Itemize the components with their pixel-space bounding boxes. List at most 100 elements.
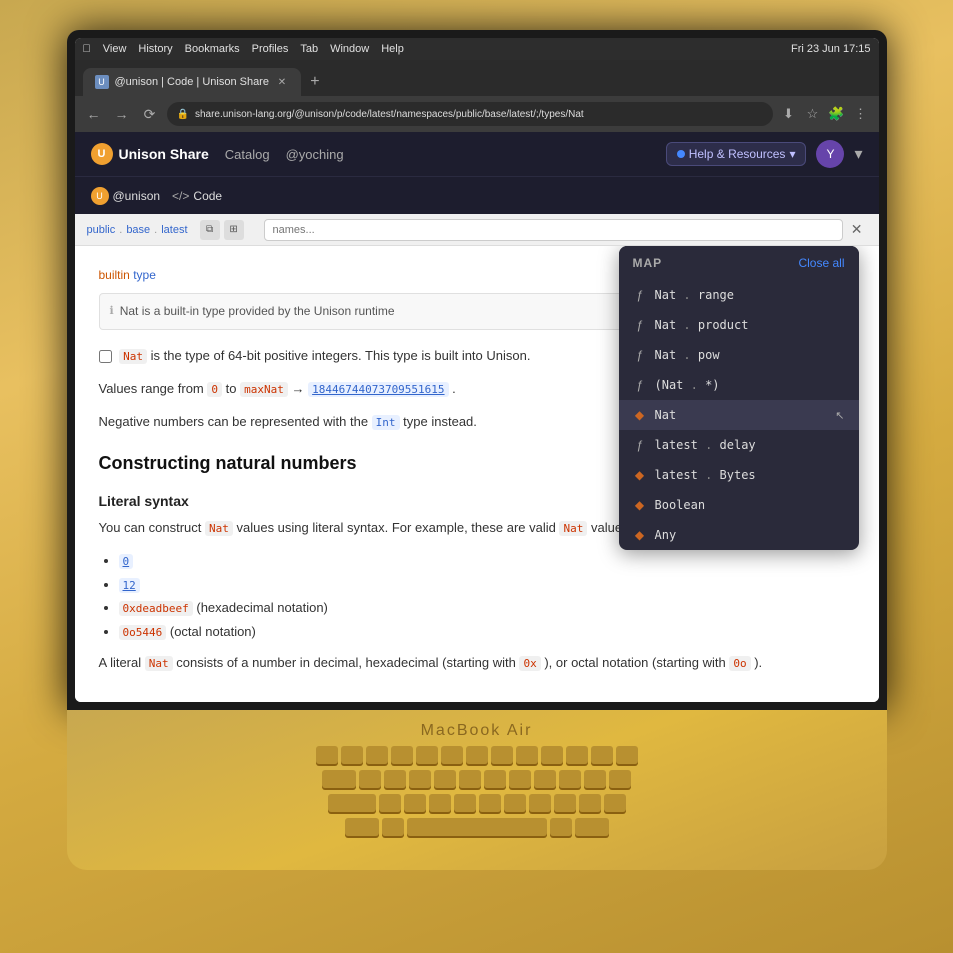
key[interactable] <box>466 746 488 764</box>
menubar-window[interactable]: Window <box>330 43 369 55</box>
key-shift-left[interactable] <box>345 818 379 836</box>
key-shift-right[interactable] <box>575 818 609 836</box>
key[interactable] <box>566 746 588 764</box>
key[interactable] <box>459 770 481 788</box>
catalog-link[interactable]: Catalog <box>225 147 270 162</box>
map-item-nat-mult[interactable]: ƒ (Nat . *) <box>619 370 859 400</box>
extensions-icon[interactable]: 🧩 <box>827 104 847 124</box>
key[interactable] <box>559 770 581 788</box>
apple-menu[interactable]:  <box>83 43 91 55</box>
breadcrumb-base[interactable]: base <box>126 224 150 236</box>
copy-breadcrumb-button[interactable]: ⧉ <box>200 220 220 240</box>
info-icon: ℹ <box>110 303 114 321</box>
literal-nat-1: Nat <box>205 521 233 536</box>
bullet-0[interactable]: 0 <box>119 554 134 569</box>
key[interactable] <box>584 770 606 788</box>
map-item-nat-pow[interactable]: ƒ Nat . pow <box>619 340 859 370</box>
bookmark-icon[interactable]: ☆ <box>803 104 823 124</box>
key[interactable] <box>541 746 563 764</box>
key[interactable] <box>550 818 572 836</box>
close-panel-button[interactable]: ✕ <box>847 221 867 238</box>
key[interactable] <box>484 770 506 788</box>
key[interactable] <box>554 794 576 812</box>
key[interactable] <box>441 746 463 764</box>
user-avatar[interactable]: Y <box>816 140 844 168</box>
reload-button[interactable]: ⟳ <box>139 103 161 125</box>
breadcrumb-public[interactable]: public <box>87 224 116 236</box>
list-item: 0xdeadbeef (hexadecimal notation) <box>119 598 855 619</box>
key[interactable] <box>491 746 513 764</box>
bullet-12[interactable]: 12 <box>119 578 140 593</box>
key[interactable] <box>534 770 556 788</box>
key-tab[interactable] <box>322 770 356 788</box>
map-item-any[interactable]: ◆ Any <box>619 520 859 550</box>
key[interactable] <box>366 746 388 764</box>
user-menu-chevron[interactable]: ▾ <box>854 144 862 164</box>
forward-button[interactable]: → <box>111 103 133 125</box>
breadcrumb-sep-1: . <box>119 224 122 236</box>
key[interactable] <box>404 794 426 812</box>
key[interactable] <box>359 770 381 788</box>
key[interactable] <box>409 770 431 788</box>
breadcrumb-action-button[interactable]: ⊞ <box>224 220 244 240</box>
address-bar[interactable]: 🔒 share.unison-lang.org/@unison/p/code/l… <box>167 102 773 126</box>
back-button[interactable]: ← <box>83 103 105 125</box>
key[interactable] <box>516 746 538 764</box>
unison-namespace-tag[interactable]: U @unison <box>91 187 161 205</box>
key[interactable] <box>529 794 551 812</box>
key[interactable] <box>609 770 631 788</box>
key[interactable] <box>416 746 438 764</box>
menubar-bookmarks[interactable]: Bookmarks <box>185 43 240 55</box>
map-item-nat[interactable]: ◆ Nat ↖ <box>619 400 859 430</box>
menubar-right: Fri 23 Jun 17:15 <box>791 43 871 55</box>
map-item-latest-bytes[interactable]: ◆ latest . Bytes <box>619 460 859 490</box>
menubar-profiles[interactable]: Profiles <box>252 43 289 55</box>
menu-icon[interactable]: ⋮ <box>851 104 871 124</box>
browser-tab-active[interactable]: U @unison | Code | Unison Share ✕ <box>83 68 301 96</box>
maxval-link[interactable]: 18446744073709551615 <box>308 382 448 397</box>
key[interactable] <box>479 794 501 812</box>
func-icon-5: ƒ <box>633 438 647 452</box>
summary-0x: 0x <box>519 656 540 671</box>
new-tab-button[interactable]: + <box>301 68 329 96</box>
app-logo[interactable]: U Unison Share <box>91 143 209 165</box>
key[interactable] <box>391 746 413 764</box>
map-item-boolean[interactable]: ◆ Boolean <box>619 490 859 520</box>
close-all-button[interactable]: Close all <box>798 256 844 270</box>
menubar-tab[interactable]: Tab <box>300 43 318 55</box>
key[interactable] <box>504 794 526 812</box>
key[interactable] <box>379 794 401 812</box>
map-item-nat-range[interactable]: ƒ Nat . range <box>619 280 859 310</box>
func-icon-3: ƒ <box>633 378 647 392</box>
user-link[interactable]: @yoching <box>286 147 344 162</box>
key[interactable] <box>579 794 601 812</box>
map-item-nat-product[interactable]: ƒ Nat . product <box>619 310 859 340</box>
key[interactable] <box>434 770 456 788</box>
key[interactable] <box>341 746 363 764</box>
help-resources-button[interactable]: Help & Resources ▾ <box>666 142 807 166</box>
tab-close-button[interactable]: ✕ <box>275 75 289 89</box>
key[interactable] <box>382 818 404 836</box>
key[interactable] <box>316 746 338 764</box>
key[interactable] <box>616 746 638 764</box>
summary-nat: Nat <box>145 656 173 671</box>
menubar-history[interactable]: History <box>138 43 172 55</box>
key[interactable] <box>384 770 406 788</box>
menubar-view[interactable]: View <box>103 43 127 55</box>
key-caps[interactable] <box>328 794 376 812</box>
key-space[interactable] <box>407 818 547 836</box>
keyboard-row-space <box>345 818 609 836</box>
namespace-search-input[interactable] <box>264 219 843 241</box>
key[interactable] <box>509 770 531 788</box>
key[interactable] <box>604 794 626 812</box>
key[interactable] <box>429 794 451 812</box>
code-section-label[interactable]: </> Code <box>172 189 222 203</box>
nat-type-inline: Nat <box>119 349 147 364</box>
key[interactable] <box>454 794 476 812</box>
checkbox[interactable] <box>99 350 112 363</box>
breadcrumb-latest[interactable]: latest <box>161 224 187 236</box>
menubar-help[interactable]: Help <box>381 43 404 55</box>
map-item-latest-delay[interactable]: ƒ latest . delay <box>619 430 859 460</box>
key[interactable] <box>591 746 613 764</box>
download-icon[interactable]: ⬇ <box>779 104 799 124</box>
